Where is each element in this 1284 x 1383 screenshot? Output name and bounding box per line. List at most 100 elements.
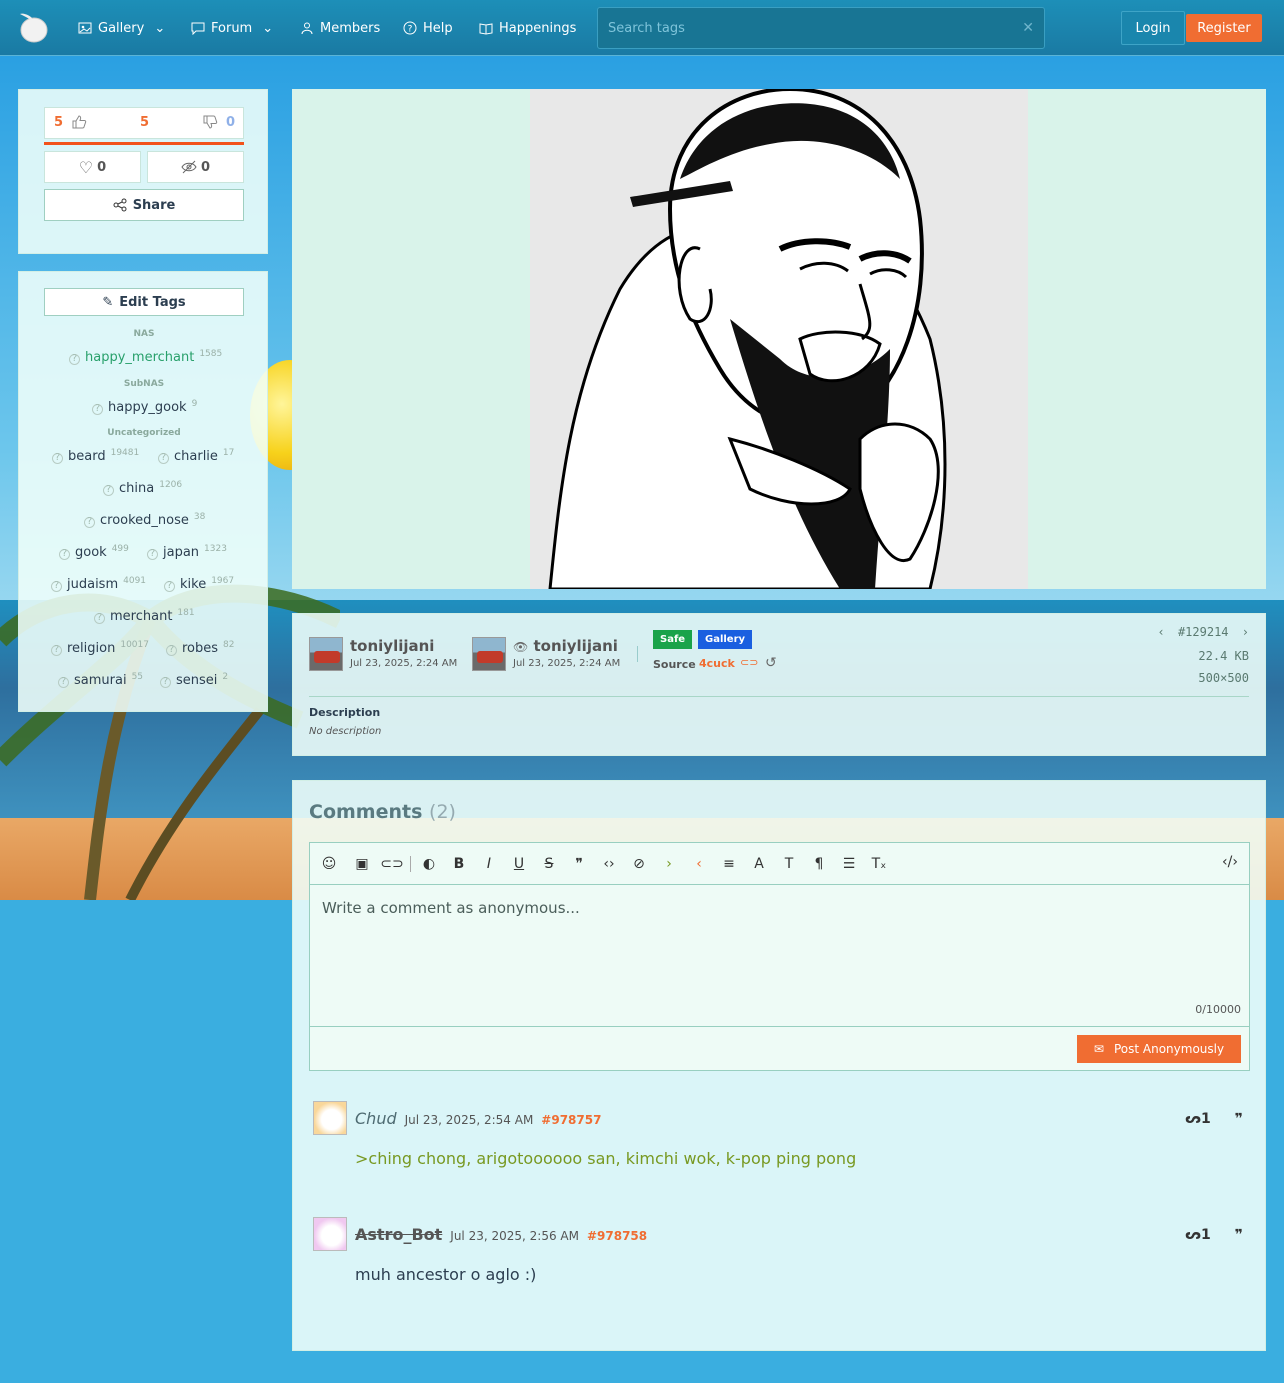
avatar[interactable] xyxy=(309,637,343,671)
tag-info-icon[interactable]: ? xyxy=(94,612,105,624)
search-input[interactable] xyxy=(598,8,1044,48)
align-icon[interactable]: ≡ xyxy=(720,855,738,873)
tag-religion[interactable]: ? religion 10017 xyxy=(51,640,149,656)
greentext-icon[interactable]: › xyxy=(660,855,678,873)
post-anonymously-button[interactable]: ✉ Post Anonymously xyxy=(1077,1035,1241,1063)
quote-icon[interactable]: ❞ xyxy=(570,855,588,873)
link-icon[interactable]: ⊂⊃ xyxy=(740,656,758,669)
divider xyxy=(637,646,638,662)
avatar[interactable] xyxy=(313,1101,347,1135)
site-logo-icon[interactable] xyxy=(18,10,50,44)
uploader-name[interactable]: toniylijani xyxy=(350,637,457,655)
register-button[interactable]: Register xyxy=(1186,14,1262,42)
chevron-right-icon[interactable]: › xyxy=(1242,625,1249,639)
rating-badge[interactable]: Safe xyxy=(653,630,693,649)
tag-info-icon[interactable]: ? xyxy=(147,548,158,560)
nav-gallery[interactable]: Gallery ⌄ xyxy=(78,18,165,38)
palette-icon[interactable]: ◐ xyxy=(420,855,438,873)
tag-kike[interactable]: ? kike 1967 xyxy=(164,576,234,592)
thumbs-up-icon[interactable] xyxy=(71,114,87,134)
tag-info-icon[interactable]: ? xyxy=(103,484,114,496)
source-link[interactable]: 4cuck xyxy=(699,657,735,670)
favorite-button[interactable]: ♡ 0 xyxy=(44,151,141,183)
reply-icon[interactable]: ᔕ1 xyxy=(1185,1111,1211,1127)
comment-id[interactable]: #978757 xyxy=(541,1113,601,1127)
tag-info-icon[interactable]: ? xyxy=(164,580,175,592)
paragraph-icon[interactable]: ¶ xyxy=(810,855,828,873)
tag-info-icon[interactable]: ? xyxy=(84,516,95,528)
image-icon[interactable]: ▣ xyxy=(353,855,371,873)
tag-info-icon[interactable]: ? xyxy=(51,580,62,592)
tag-info-icon[interactable]: ? xyxy=(69,353,80,365)
spoiler-icon[interactable]: ⊘ xyxy=(630,855,648,873)
code-icon[interactable]: ‹› xyxy=(600,855,618,873)
tag-info-icon[interactable]: ? xyxy=(158,452,169,464)
tag-beard[interactable]: ? beard 19481 xyxy=(52,448,140,464)
gallery-icon xyxy=(78,22,92,34)
tag-info-icon[interactable]: ? xyxy=(92,403,103,415)
nav-happenings[interactable]: Happenings xyxy=(479,18,576,38)
login-button[interactable]: Login xyxy=(1121,11,1185,45)
approver-name-row[interactable]: 👁 toniylijani xyxy=(513,637,620,655)
avatar[interactable] xyxy=(313,1217,347,1251)
tag-gook[interactable]: ? gook 499 xyxy=(59,544,129,560)
clear-search-icon[interactable]: ✕ xyxy=(1022,20,1034,36)
comment-author[interactable]: Chud xyxy=(355,1109,397,1128)
tag-china[interactable]: ? china 1206 xyxy=(103,480,182,496)
edit-tags-button[interactable]: ✎ Edit Tags xyxy=(44,288,244,316)
tag-happy-gook[interactable]: ? happy_gook 9 xyxy=(92,399,197,415)
quote-icon[interactable]: ❞ xyxy=(1235,1227,1243,1243)
tag-info-icon[interactable]: ? xyxy=(166,644,177,656)
tag-info-icon[interactable]: ? xyxy=(52,452,63,464)
tag-merchant[interactable]: ? merchant 181 xyxy=(94,608,195,624)
tag-sensei[interactable]: ? sensei 2 xyxy=(160,672,228,688)
comments-title: Comments xyxy=(309,801,423,823)
tag-judaism[interactable]: ? judaism 4091 xyxy=(51,576,146,592)
chevron-down-icon: ⌄ xyxy=(154,20,166,36)
comment-author[interactable]: Astro_Bot xyxy=(355,1225,442,1244)
tag-charlie[interactable]: ? charlie 17 xyxy=(158,448,234,464)
italic-icon[interactable]: I xyxy=(480,855,498,873)
strikethrough-icon[interactable]: S xyxy=(540,855,558,873)
tag-count: 10017 xyxy=(120,640,149,650)
tag-happy-merchant[interactable]: ? happy_merchant 1585 xyxy=(69,349,222,365)
source-code-icon[interactable]: ‹/› xyxy=(1221,853,1239,871)
reply-icon[interactable]: ᔕ1 xyxy=(1185,1227,1211,1243)
list-icon[interactable]: ☰ xyxy=(840,855,858,873)
bold-icon[interactable]: B xyxy=(450,855,468,873)
post-id: #129214 xyxy=(1177,625,1229,639)
comment-id[interactable]: #978758 xyxy=(587,1229,647,1243)
happenings-icon xyxy=(479,23,493,35)
history-icon[interactable]: ↺ xyxy=(765,655,777,671)
tag-robes[interactable]: ? robes 82 xyxy=(166,640,235,656)
nav-help[interactable]: ? Help xyxy=(403,18,453,38)
text-color-icon[interactable]: A xyxy=(750,855,768,873)
tag-crooked-nose[interactable]: ? crooked_nose 38 xyxy=(84,512,205,528)
share-button[interactable]: Share xyxy=(44,189,244,221)
comment-textarea[interactable]: Write a comment as anonymous... xyxy=(310,885,1249,1027)
tag-info-icon[interactable]: ? xyxy=(51,644,62,656)
clear-format-icon[interactable]: Tₓ xyxy=(870,855,888,873)
avatar[interactable] xyxy=(472,637,506,671)
quote-icon[interactable]: ❞ xyxy=(1235,1111,1243,1127)
tag-info-icon[interactable]: ? xyxy=(160,676,171,688)
link-icon[interactable]: ⊂⊃ xyxy=(380,855,403,873)
nav-forum[interactable]: Forum ⌄ xyxy=(191,18,273,38)
tag-japan[interactable]: ? japan 1323 xyxy=(147,544,227,560)
orangetext-icon[interactable]: ‹ xyxy=(690,855,708,873)
tag-info-icon[interactable]: ? xyxy=(58,676,69,688)
tag-info-icon[interactable]: ? xyxy=(59,548,70,560)
hide-button[interactable]: 0 xyxy=(147,151,244,183)
thumbs-down-icon[interactable] xyxy=(202,114,218,134)
approver-info: 👁 toniylijani Jul 23, 2025, 2:24 AM xyxy=(472,637,620,671)
main-image[interactable] xyxy=(530,89,1028,589)
tag-name: kike xyxy=(180,577,207,592)
font-size-icon[interactable]: T xyxy=(780,855,798,873)
nav-members[interactable]: Members xyxy=(300,18,380,38)
tag-count: 19481 xyxy=(110,448,140,458)
section-badge[interactable]: Gallery xyxy=(698,630,753,649)
chevron-left-icon[interactable]: ‹ xyxy=(1157,625,1164,639)
underline-icon[interactable]: U xyxy=(510,855,528,873)
emoji-icon[interactable]: ☺ xyxy=(320,855,338,873)
tag-samurai[interactable]: ? samurai 55 xyxy=(58,672,143,688)
